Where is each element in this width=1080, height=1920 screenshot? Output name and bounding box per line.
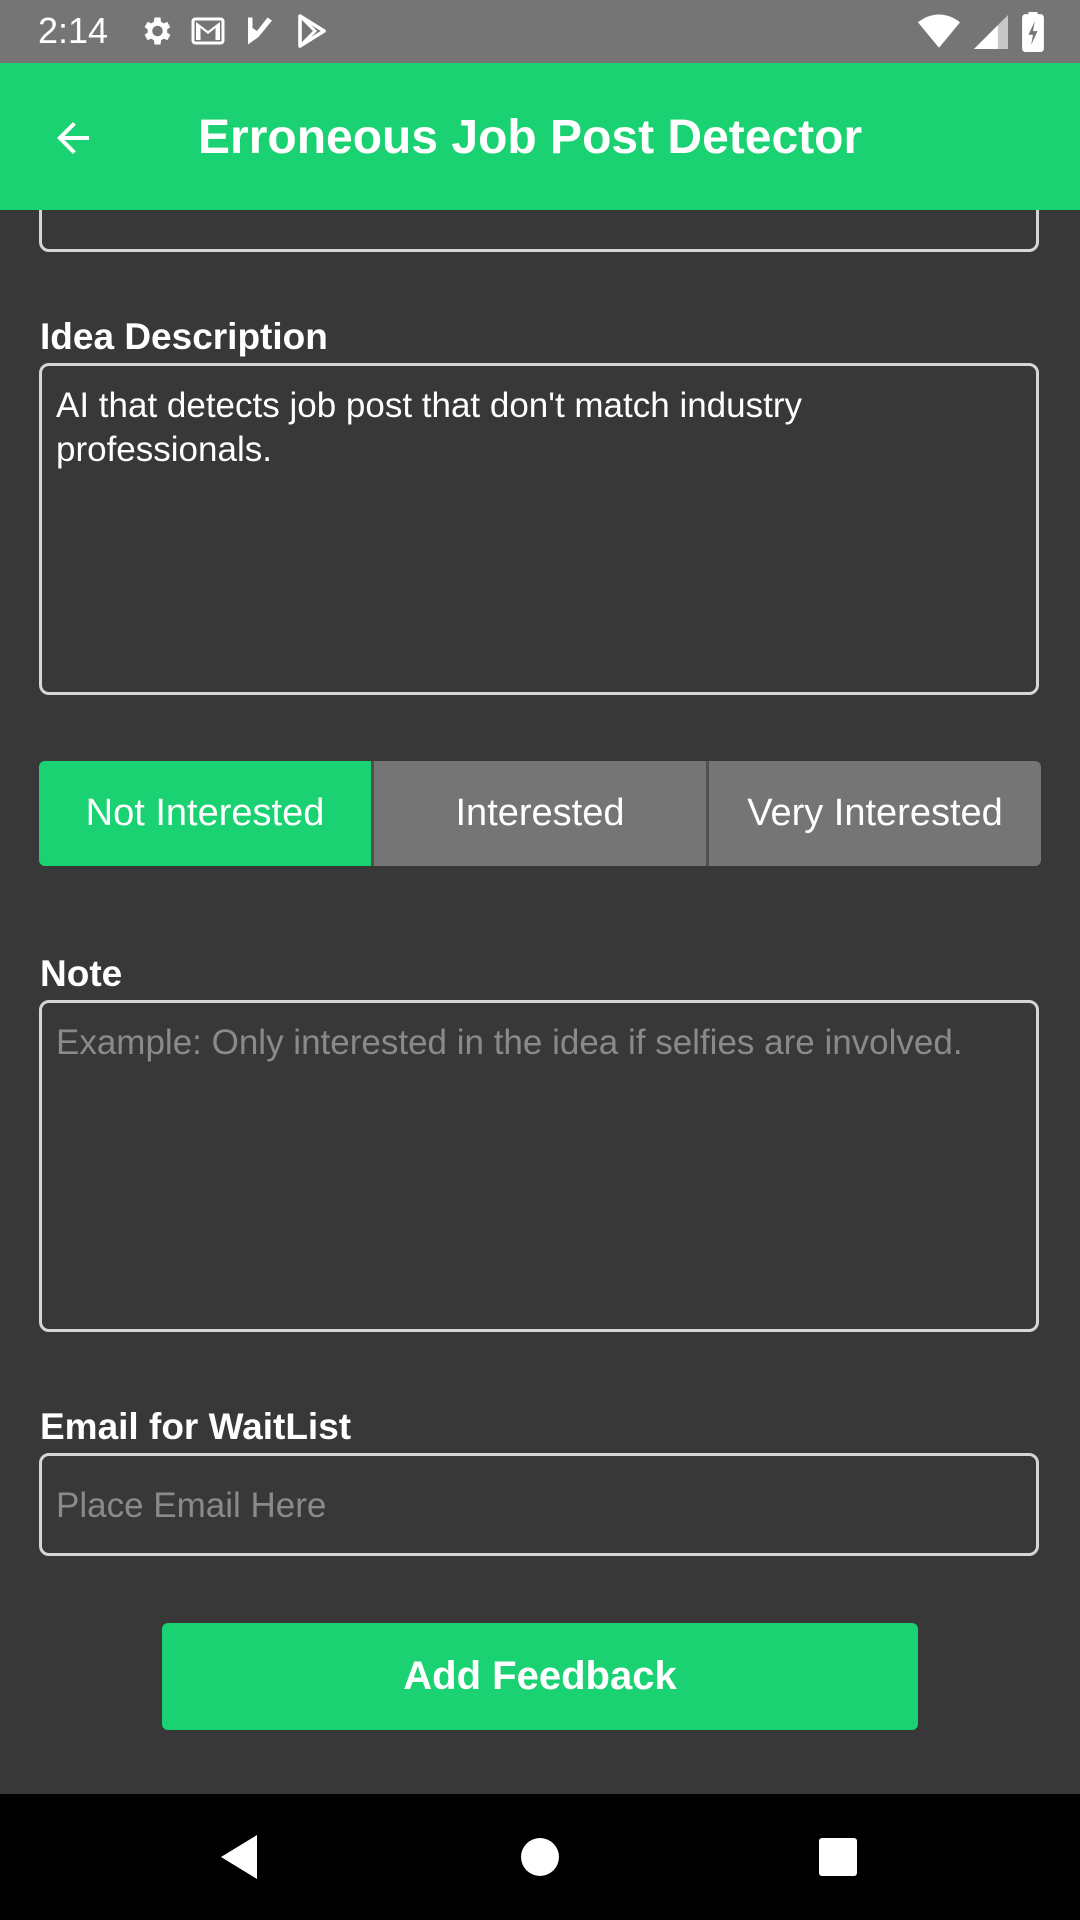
idea-description-field[interactable]: AI that detects job post that don't matc… xyxy=(39,363,1039,695)
status-system-icons xyxy=(918,12,1044,52)
email-field[interactable]: Place Email Here xyxy=(39,1453,1039,1556)
navigation-bar xyxy=(0,1794,1080,1920)
feedback-form: Idea Description AI that detects job pos… xyxy=(0,210,1080,1794)
page-title: Erroneous Job Post Detector xyxy=(198,111,863,164)
nav-back-button[interactable] xyxy=(179,1794,299,1920)
nav-recents-button[interactable] xyxy=(778,1794,898,1920)
gmail-icon xyxy=(191,17,225,45)
email-placeholder: Place Email Here xyxy=(56,1486,327,1525)
interest-selector: Not Interested Interested Very Intereste… xyxy=(39,761,1041,866)
status-bar: 2:14 xyxy=(0,0,1080,63)
nav-home-icon xyxy=(521,1838,559,1876)
add-feedback-button[interactable]: Add Feedback xyxy=(162,1623,918,1730)
battery-charging-icon xyxy=(1022,12,1044,52)
arrow-back-icon xyxy=(57,122,89,154)
check-flag-icon xyxy=(248,17,272,45)
nav-back-icon xyxy=(221,1835,257,1879)
segment-interested[interactable]: Interested xyxy=(371,761,706,866)
play-store-icon xyxy=(298,14,326,48)
settings-icon xyxy=(144,17,171,45)
status-notification-icons xyxy=(138,12,330,50)
idea-description-label: Idea Description xyxy=(40,316,328,357)
screen: 2:14 Erroneous Job Post Detector Idea De… xyxy=(0,0,1080,1920)
idea-title-field[interactable] xyxy=(39,210,1039,252)
back-button[interactable] xyxy=(38,103,108,173)
app-bar: Erroneous Job Post Detector xyxy=(0,63,1080,210)
email-label: Email for WaitList xyxy=(40,1406,352,1447)
nav-recents-icon xyxy=(819,1838,857,1876)
idea-description-text: AI that detects job post that don't matc… xyxy=(56,386,802,469)
note-placeholder: Example: Only interested in the idea if … xyxy=(56,1023,963,1062)
status-time: 2:14 xyxy=(38,10,109,51)
signal-icon xyxy=(974,15,1008,49)
note-label: Note xyxy=(40,953,123,994)
segment-very-interested[interactable]: Very Interested xyxy=(706,761,1041,866)
segment-not-interested[interactable]: Not Interested xyxy=(39,761,371,866)
note-field[interactable]: Example: Only interested in the idea if … xyxy=(39,1000,1039,1332)
wifi-icon xyxy=(918,14,960,48)
nav-home-button[interactable] xyxy=(480,1794,600,1920)
